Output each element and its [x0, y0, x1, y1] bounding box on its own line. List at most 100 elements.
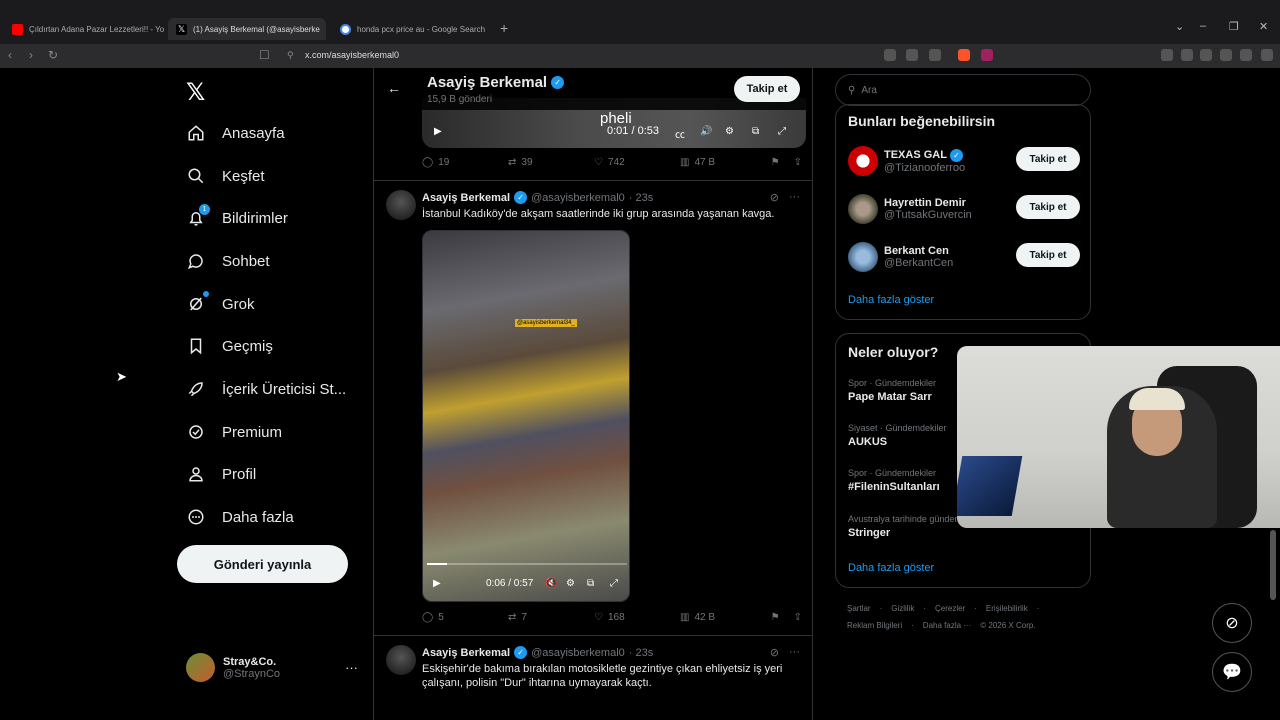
views-button[interactable]: ▥ 42 B	[680, 612, 766, 623]
brave-shield-icon[interactable]	[958, 49, 970, 61]
nav-premium[interactable]: Premium	[186, 417, 282, 447]
settings-icon[interactable]: ⚙	[725, 126, 734, 137]
tweet-handle[interactable]: @asayisberkemal0	[531, 192, 625, 204]
avatar[interactable]	[386, 645, 416, 675]
suggestion-item[interactable]: TEXAS GAL ✓ @Tizianooferroo Takip et	[848, 143, 1080, 179]
avatar[interactable]	[386, 190, 416, 220]
tab-google[interactable]: honda pcx price au - Google Search	[332, 18, 492, 40]
share-icon[interactable]: ⇪	[794, 612, 802, 623]
nav-bookmarks[interactable]: Geçmiş	[186, 331, 273, 361]
back-icon[interactable]: ‹	[8, 48, 12, 62]
zoom-icon[interactable]	[906, 49, 918, 61]
settings-icon[interactable]: ⚙	[566, 578, 575, 589]
volume-icon[interactable]: 🔊	[700, 126, 712, 137]
tab-youtube[interactable]: Çıldırtan Adana Pazar Lezzetleri!! - Yo	[4, 18, 164, 40]
footer-link-cookies[interactable]: Çerezler	[935, 604, 965, 613]
bookmark-icon[interactable]: ⚑	[771, 157, 780, 168]
post-button[interactable]: Gönderi yayınla	[177, 545, 348, 583]
vpn-icon[interactable]	[1240, 49, 1252, 61]
trend-item[interactable]: Spor · Gündemdekiler Pape Matar Sarr	[848, 378, 936, 403]
trend-item[interactable]: Avustralya tarihinde gündem Stringer	[848, 514, 962, 539]
footer-link-more[interactable]: Daha fazla ···	[923, 621, 971, 630]
brave-rewards-icon[interactable]	[981, 49, 993, 61]
window-close-icon[interactable]: ✕	[1259, 20, 1268, 33]
trend-item[interactable]: Siyaset · Gündemdekiler AUKUS	[848, 423, 947, 448]
bookmark-icon[interactable]: ⚑	[771, 612, 780, 623]
show-more-link[interactable]: Daha fazla göster	[848, 562, 934, 574]
reload-icon[interactable]: ↻	[48, 48, 58, 62]
captions-icon[interactable]: ㏄	[675, 126, 685, 141]
sidebar-toggle-icon[interactable]	[1181, 49, 1193, 61]
pip-icon[interactable]: ⧉	[587, 578, 594, 589]
x-logo[interactable]: 𝕏	[186, 78, 205, 107]
pip-icon[interactable]: ⧉	[752, 126, 759, 137]
repost-button[interactable]: ⇄ 39	[508, 157, 594, 168]
bookmark-page-icon[interactable]: ☐	[259, 48, 270, 62]
follow-button[interactable]: Takip et	[734, 76, 800, 102]
tweet-handle[interactable]: @asayisberkemal0	[531, 647, 625, 659]
cast-icon[interactable]	[929, 49, 941, 61]
more-icon[interactable]: ···	[789, 646, 800, 659]
like-button[interactable]: ♡ 168	[594, 612, 680, 623]
follow-button[interactable]: Takip et	[1016, 195, 1080, 219]
footer-link-ads[interactable]: Reklam Bilgileri	[847, 621, 902, 630]
nav-home[interactable]: Anasayfa	[186, 118, 285, 148]
tweet-author[interactable]: Asayiş Berkemal	[422, 192, 510, 204]
trend-item[interactable]: Spor · Gündemdekiler #FileninSultanları	[848, 468, 940, 493]
forward-icon[interactable]: ›	[29, 48, 33, 62]
play-icon[interactable]: ▶	[433, 578, 441, 589]
footer-link-accessibility[interactable]: Erişilebilirlik	[986, 604, 1028, 613]
chevron-down-icon[interactable]: ⌄	[1175, 20, 1184, 33]
views-button[interactable]: ▥ 47 B	[680, 157, 766, 168]
tweet-video[interactable]: @asayisberkemal34_ ▶ 0:06 / 0:57 🔇 ⚙ ⧉ ⤢	[422, 230, 630, 602]
nav-creator-studio[interactable]: İçerik Üreticisi St...	[186, 374, 346, 404]
suggestion-item[interactable]: Berkant Cen @BerkantCen Takip et	[848, 239, 1080, 275]
grok-icon[interactable]: ⊘	[770, 646, 779, 659]
reply-button[interactable]: ◯ 5	[422, 612, 508, 623]
grok-float-button[interactable]: ⊘	[1212, 603, 1252, 643]
music-icon[interactable]	[1161, 49, 1173, 61]
menu-icon[interactable]	[1261, 49, 1273, 61]
nav-profile[interactable]: Profil	[186, 459, 256, 489]
account-switcher[interactable]: Stray&Co. @StraynCo	[186, 653, 280, 682]
messages-float-button[interactable]: 💬	[1212, 652, 1252, 692]
tweet-time[interactable]: · 23s	[629, 192, 653, 204]
share-icon[interactable]: ⇪	[794, 157, 802, 168]
restore-icon[interactable]: ❐	[1229, 20, 1239, 33]
wallet-icon[interactable]	[1200, 49, 1212, 61]
site-settings-icon[interactable]: ⚲	[287, 50, 294, 61]
tweet-author[interactable]: Asayiş Berkemal	[422, 647, 510, 659]
minimize-icon[interactable]: –	[1200, 20, 1206, 32]
translate-icon[interactable]	[884, 49, 896, 61]
more-icon[interactable]: ···	[789, 191, 800, 204]
scrollbar[interactable]	[1270, 70, 1276, 710]
show-more-link[interactable]: Daha fazla göster	[848, 294, 934, 306]
fullscreen-icon[interactable]: ⤢	[610, 578, 618, 589]
reply-button[interactable]: ◯ 19	[422, 157, 508, 168]
repost-button[interactable]: ⇄ 7	[508, 612, 594, 623]
nav-grok[interactable]: Grok	[186, 289, 255, 319]
nav-chat[interactable]: Sohbet	[186, 246, 270, 276]
footer-link-terms[interactable]: Şartlar	[847, 604, 871, 613]
account-more-icon[interactable]: ···	[345, 660, 358, 675]
follow-button[interactable]: Takip et	[1016, 243, 1080, 267]
like-button[interactable]: ♡ 742	[594, 157, 680, 168]
new-tab-button[interactable]: +	[500, 20, 508, 36]
back-arrow-icon[interactable]: ←	[387, 80, 401, 96]
search-input[interactable]: ⚲ Ara	[835, 74, 1091, 106]
tweet-time[interactable]: · 23s	[629, 647, 653, 659]
mute-icon[interactable]: 🔇	[545, 578, 557, 589]
scrollbar-thumb[interactable]	[1270, 530, 1276, 600]
fullscreen-icon[interactable]: ⤢	[778, 126, 786, 137]
video-progress-bar[interactable]	[427, 563, 627, 565]
nav-notifications[interactable]: 1 Bildirimler	[186, 203, 288, 233]
nav-more[interactable]: Daha fazla	[186, 502, 294, 532]
url-field[interactable]: x.com/asayisberkemal0	[305, 50, 399, 60]
suggestion-item[interactable]: Hayrettin Demir @TutsakGuvercin Takip et	[848, 191, 1080, 227]
grok-icon[interactable]: ⊘	[770, 191, 779, 204]
leo-icon[interactable]	[1220, 49, 1232, 61]
follow-button[interactable]: Takip et	[1016, 147, 1080, 171]
play-icon[interactable]: ▶	[434, 126, 442, 137]
nav-explore[interactable]: Keşfet	[186, 161, 265, 191]
footer-link-privacy[interactable]: Gizlilik	[891, 604, 914, 613]
